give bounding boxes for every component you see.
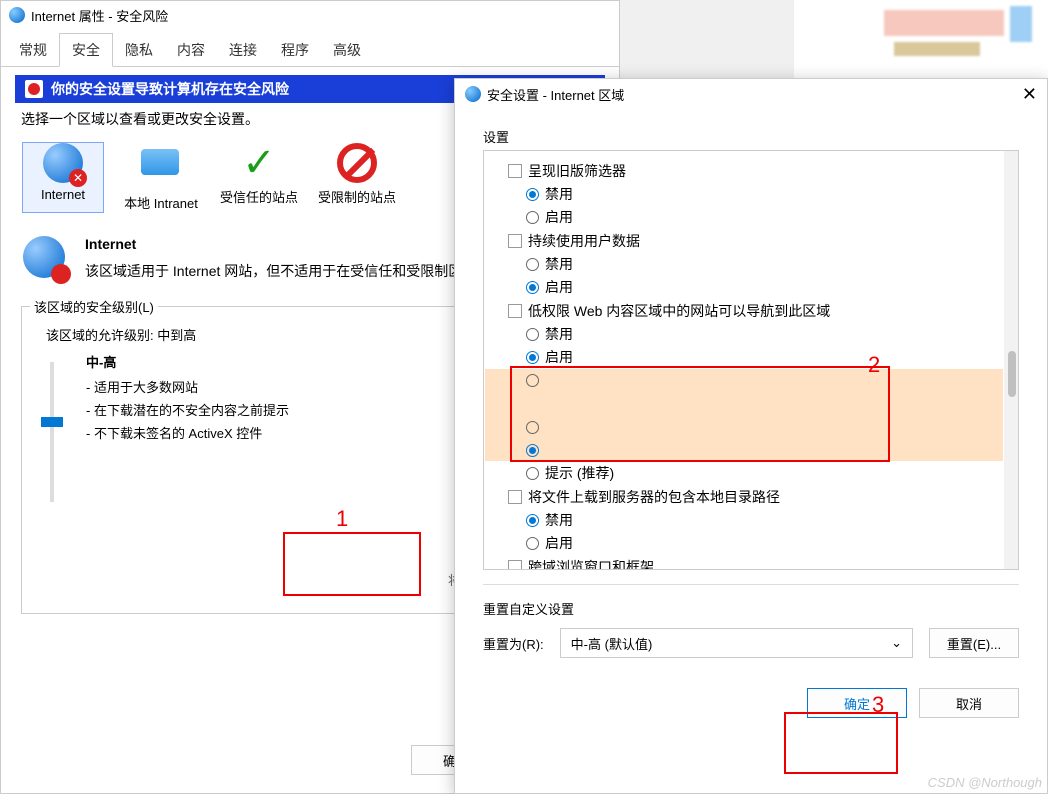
titlebar-main: Internet 属性 - 安全风险 xyxy=(1,1,619,29)
radio-icon xyxy=(526,467,539,480)
tree-option[interactable]: 禁用 xyxy=(526,510,994,530)
background-blur xyxy=(794,0,1048,80)
tree-option[interactable]: 禁用 xyxy=(526,254,994,274)
tab-connections[interactable]: 连接 xyxy=(217,34,269,66)
radio-icon xyxy=(526,328,539,341)
tree-option[interactable]: 启用 xyxy=(526,533,994,553)
radio-icon xyxy=(526,258,539,271)
reset-legend: 重置自定义设置 xyxy=(483,599,1019,618)
tab-advanced[interactable]: 高级 xyxy=(321,34,373,66)
radio-icon xyxy=(526,537,539,550)
tree-option[interactable]: 提示 (推荐) xyxy=(526,463,994,483)
security-slider[interactable] xyxy=(38,352,66,512)
tree-category: 低权限 Web 内容区域中的网站可以导航到此区域 xyxy=(508,301,994,321)
tab-general[interactable]: 常规 xyxy=(7,34,59,66)
radio-icon xyxy=(526,211,539,224)
close-icon[interactable]: ✕ xyxy=(1022,84,1037,105)
globe-icon xyxy=(465,86,481,102)
zone-intranet[interactable]: 本地 Intranet xyxy=(121,143,201,212)
chevron-down-icon: ⌄ xyxy=(891,635,902,651)
sec-title: 安全设置 - Internet 区域 xyxy=(487,85,624,104)
zone-trusted[interactable]: ✓受信任的站点 xyxy=(219,143,299,212)
radio-icon xyxy=(526,421,539,434)
title-text: Internet 属性 - 安全风险 xyxy=(31,6,168,25)
shield-icon xyxy=(25,80,43,98)
tab-programs[interactable]: 程序 xyxy=(269,34,321,66)
security-settings-dialog: 安全设置 - Internet 区域 ✕ 设置 呈现旧版筛选器禁用启用持续使用用… xyxy=(454,78,1048,794)
zone-internet[interactable]: ✕Internet xyxy=(23,143,103,212)
category-icon xyxy=(508,164,522,178)
zone-restricted[interactable]: 受限制的站点 xyxy=(317,143,397,212)
globe-large-icon xyxy=(23,236,65,278)
tree-category: 将文件上载到服务器的包含本地目录路径 xyxy=(508,487,994,507)
tree-option[interactable]: 启用 xyxy=(526,347,994,367)
tree-category: 呈现旧版筛选器 xyxy=(508,161,994,181)
level-bullet: - 在下载潜在的不安全内容之前提示 xyxy=(86,400,289,419)
globe-icon xyxy=(9,7,25,23)
tree-option[interactable]: 禁用 xyxy=(526,184,994,204)
tabstrip: 常规 安全 隐私 内容 连接 程序 高级 xyxy=(1,33,619,67)
tree-option[interactable]: 启用 xyxy=(526,277,994,297)
scrollbar[interactable] xyxy=(1004,151,1018,569)
radio-icon xyxy=(526,281,539,294)
ok-button-sec[interactable]: 确定 xyxy=(807,688,907,718)
radio-icon xyxy=(526,351,539,364)
settings-label: 设置 xyxy=(483,127,1019,146)
radio-icon xyxy=(526,188,539,201)
tab-security[interactable]: 安全 xyxy=(59,33,113,67)
category-icon xyxy=(508,560,522,570)
radio-icon xyxy=(526,514,539,527)
watermark: CSDN @Northough xyxy=(928,775,1042,790)
reset-to-label: 重置为(R): xyxy=(483,634,544,653)
category-icon xyxy=(508,490,522,504)
tree-option[interactable]: 禁用 xyxy=(526,324,994,344)
cancel-button-sec[interactable]: 取消 xyxy=(919,688,1019,718)
radio-icon xyxy=(526,374,539,387)
reset-button[interactable]: 重置(E)... xyxy=(929,628,1019,658)
category-icon xyxy=(508,304,522,318)
titlebar-sec: 安全设置 - Internet 区域 ✕ xyxy=(455,79,1047,109)
tree-option[interactable]: 启用 xyxy=(526,207,994,227)
tab-privacy[interactable]: 隐私 xyxy=(113,34,165,66)
settings-tree[interactable]: 呈现旧版筛选器禁用启用持续使用用户数据禁用启用低权限 Web 内容区域中的网站可… xyxy=(483,150,1019,570)
tree-category: 持续使用用户数据 xyxy=(508,231,994,251)
category-icon xyxy=(508,234,522,248)
tab-content[interactable]: 内容 xyxy=(165,34,217,66)
tree-category: 跨域浏览窗口和框架 xyxy=(508,557,994,570)
level-name: 中-高 xyxy=(86,352,289,371)
level-legend: 该区域的安全级别(L) xyxy=(30,297,158,316)
level-bullet: - 不下载未签名的 ActiveX 控件 xyxy=(86,423,289,442)
reset-select[interactable]: 中-高 (默认值) ⌄ xyxy=(560,628,913,658)
banner-text: 你的安全设置导致计算机存在安全风险 xyxy=(51,79,289,99)
highlight-row xyxy=(485,369,1003,461)
level-bullet: - 适用于大多数网站 xyxy=(86,377,289,396)
radio-icon xyxy=(526,444,539,457)
